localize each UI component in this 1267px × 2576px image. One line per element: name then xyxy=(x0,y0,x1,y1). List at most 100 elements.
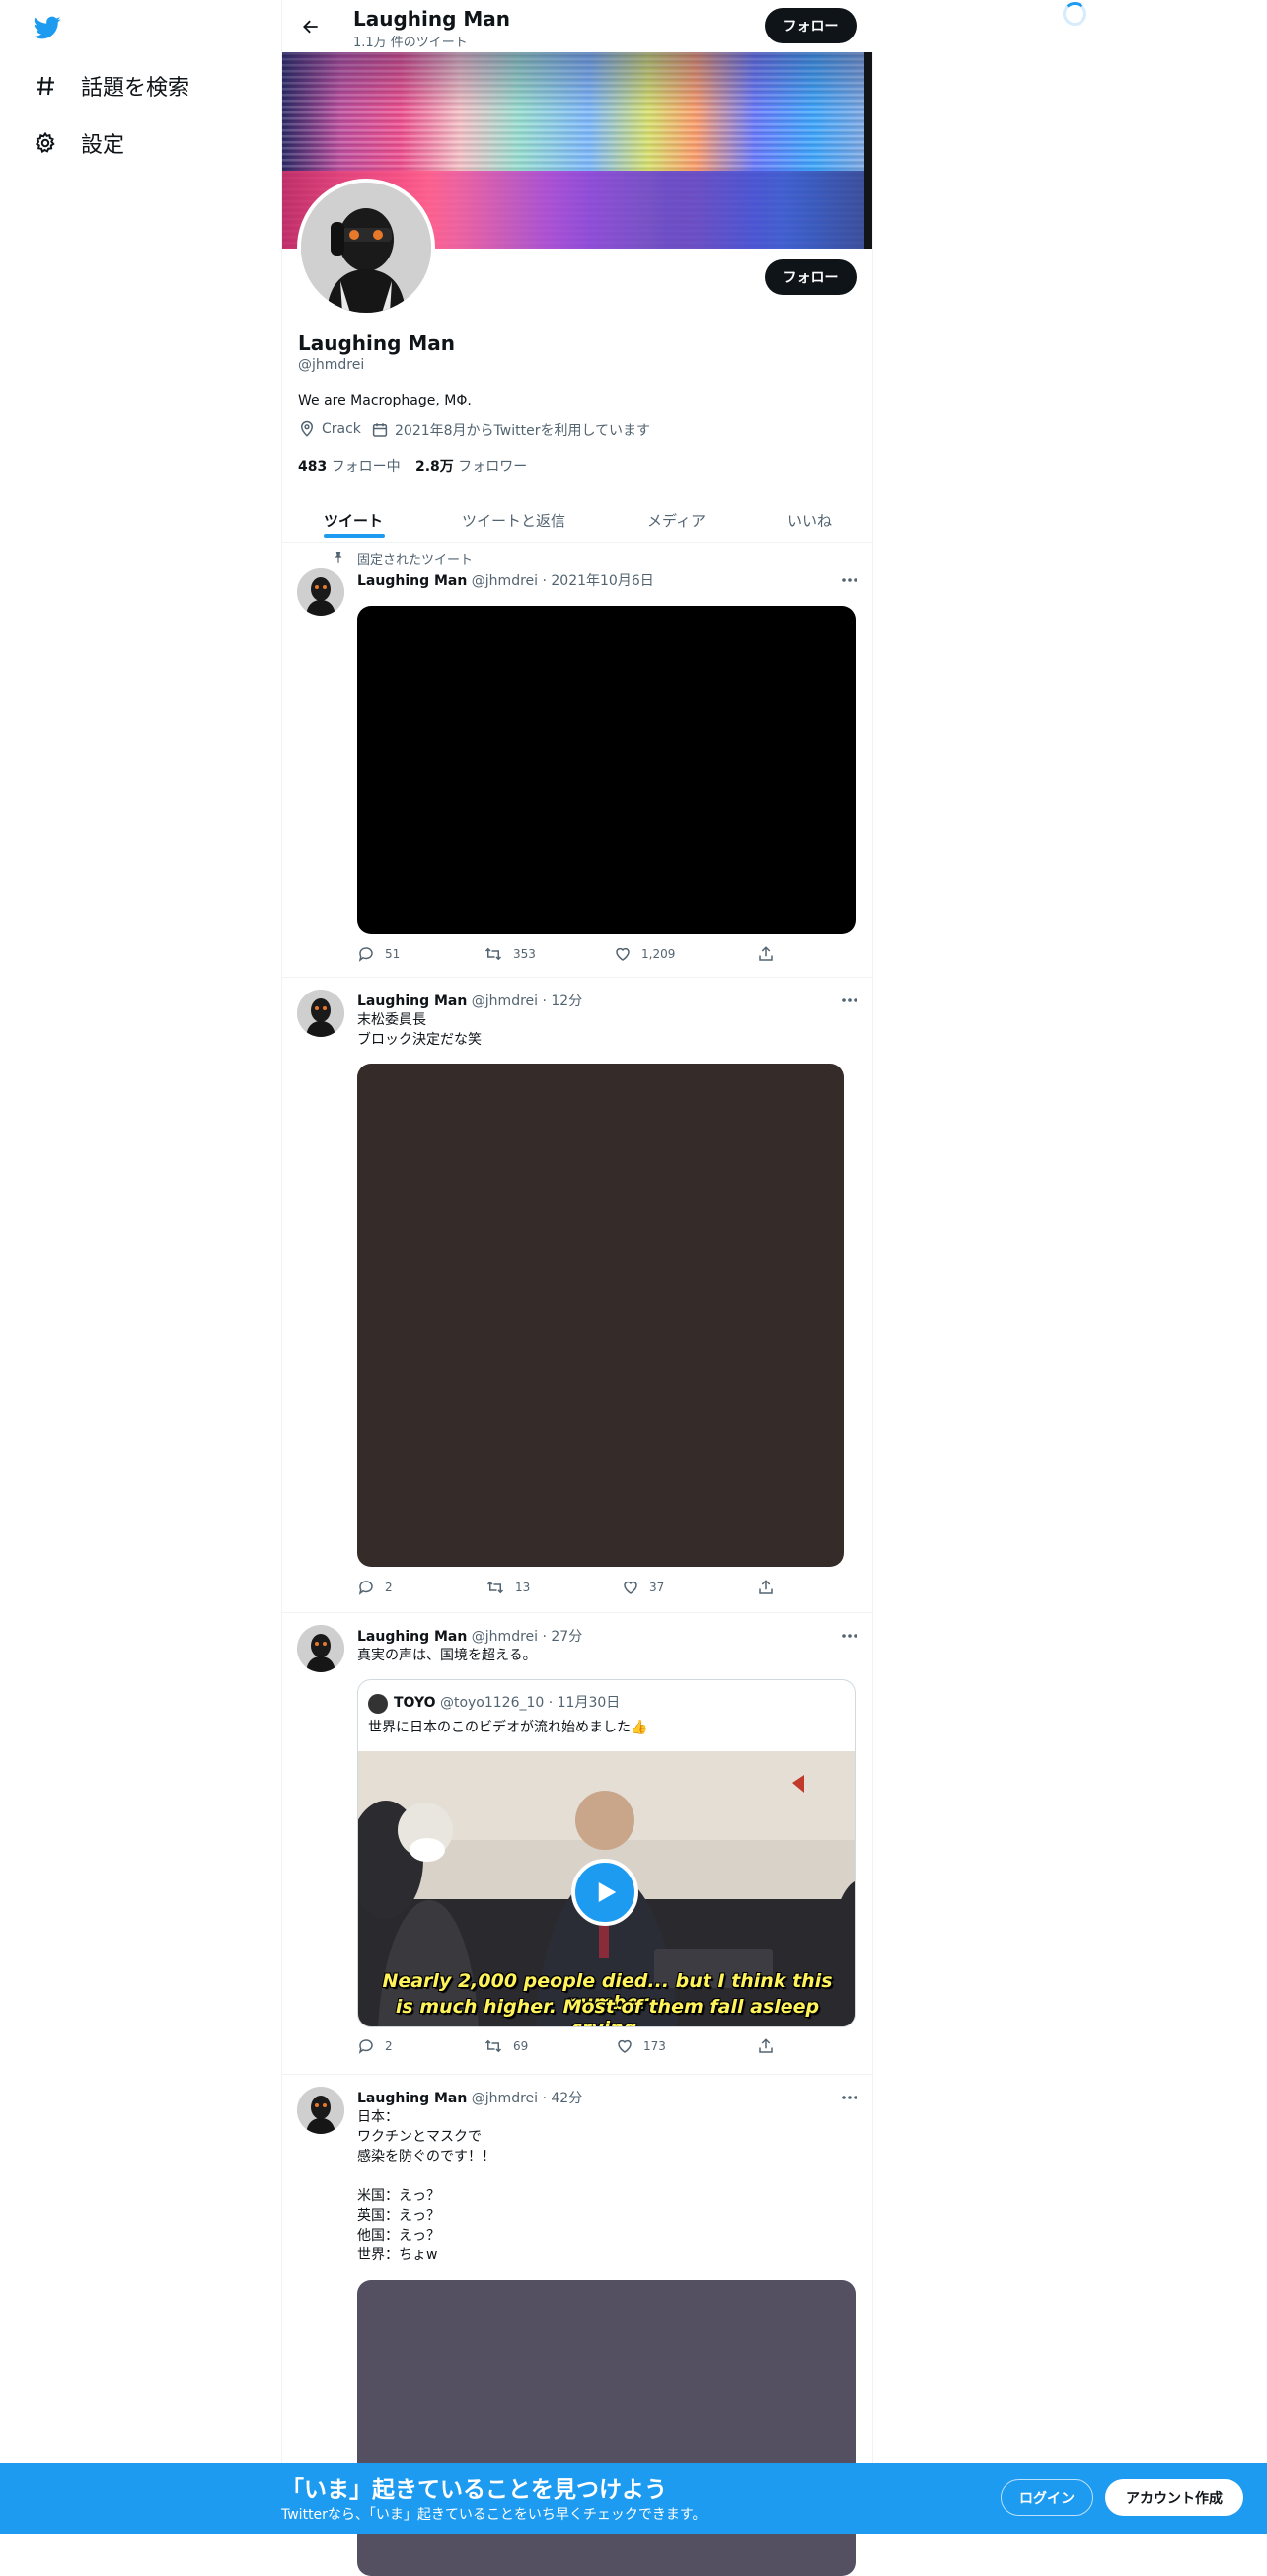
profile-avatar[interactable] xyxy=(297,179,435,317)
like-count: 37 xyxy=(649,1581,665,1594)
profile-follow-button[interactable]: フォロー xyxy=(765,259,857,295)
like-button[interactable]: 173 xyxy=(616,2037,666,2055)
profile-name: Laughing Man xyxy=(298,331,456,355)
tweet-header: Laughing Man @jhmdrei · 2021年10月6日 xyxy=(357,570,654,590)
followers-label: フォロワー xyxy=(458,459,528,475)
more-options-icon[interactable] xyxy=(838,570,861,590)
quoted-avatar xyxy=(368,1694,388,1714)
gear-icon xyxy=(34,131,57,155)
login-button[interactable]: ログイン xyxy=(1001,2479,1093,2516)
more-options-icon[interactable] xyxy=(838,991,861,1010)
following-link[interactable]: 483 フォロー中 xyxy=(298,456,401,476)
reply-button[interactable]: 2 xyxy=(357,1579,393,1596)
tab-likes[interactable]: いいね xyxy=(787,497,832,543)
retweet-icon xyxy=(485,1579,505,1596)
tweet-avatar[interactable] xyxy=(297,568,344,616)
twitter-logo-icon[interactable] xyxy=(32,14,63,41)
tweet-2[interactable]: Laughing Man @jhmdrei · 12分 末松委員長 ブロック決定… xyxy=(282,978,872,1613)
following-count: 483 xyxy=(298,459,328,475)
tweet-actions: 2 13 37 xyxy=(357,1579,811,1602)
reply-count: 51 xyxy=(385,947,401,961)
tweet-actions: 2 69 173 xyxy=(357,2037,811,2061)
tweet-handle-time: @jhmdrei · 42分 xyxy=(471,2091,583,2106)
tweet-author-name[interactable]: Laughing Man xyxy=(357,2091,467,2106)
following-label: フォロー中 xyxy=(331,459,401,475)
quoted-author-name: TOYO xyxy=(394,1695,436,1711)
hashtag-icon xyxy=(34,74,57,98)
tweet-avatar[interactable] xyxy=(297,1625,344,1672)
tweet-video[interactable] xyxy=(357,606,856,934)
like-button[interactable]: 37 xyxy=(622,1579,664,1596)
quoted-tweet[interactable]: TOYO @toyo1126_10 · 11月30日 世界に日本のこのビデオが流… xyxy=(357,1679,856,2027)
tweet-text: 日本： ワクチンとマスクで 感染を防ぐのです！！ 米国：えっ？ 英国：えっ？ 他… xyxy=(357,2109,495,2263)
tab-media[interactable]: メディア xyxy=(647,497,706,543)
heart-icon xyxy=(622,1579,639,1596)
retweet-count: 13 xyxy=(515,1581,531,1594)
tweet-author-name[interactable]: Laughing Man xyxy=(357,1629,467,1645)
tweet-video[interactable] xyxy=(357,1064,844,1567)
reply-icon xyxy=(357,1579,375,1596)
share-button[interactable] xyxy=(757,1579,775,1596)
heart-icon xyxy=(616,2037,634,2055)
tweet-header: Laughing Man @jhmdrei · 27分 xyxy=(357,1626,582,1646)
back-arrow-icon[interactable] xyxy=(294,10,328,43)
pin-icon xyxy=(332,551,345,564)
tweet-avatar[interactable] xyxy=(297,990,344,1037)
profile-joined: 2021年8月からTwitterを利用しています xyxy=(371,420,650,440)
like-count: 173 xyxy=(643,2039,666,2053)
retweet-button[interactable]: 69 xyxy=(484,2037,528,2055)
loading-spinner-icon xyxy=(1063,2,1086,26)
video-subtitle-line2: is much higher. Most of them fall asleep… xyxy=(395,1996,820,2026)
quoted-video[interactable]: Nearly 2,000 people died... but I think … xyxy=(358,1751,855,2026)
share-button[interactable] xyxy=(757,945,775,963)
like-button[interactable]: 1,209 xyxy=(614,945,675,963)
signup-banner-title: 「いま」起きていることを見つけよう xyxy=(281,2477,667,2503)
reply-icon xyxy=(357,2037,375,2055)
retweet-button[interactable]: 13 xyxy=(485,1579,530,1596)
share-button[interactable] xyxy=(757,2037,775,2055)
location-text: Crack xyxy=(322,421,361,437)
nav-explore[interactable]: 話題を検索 xyxy=(34,66,189,106)
nav-settings-label: 設定 xyxy=(81,133,125,158)
signup-banner: 「いま」起きていることを見つけよう Twitterなら、「いま」起きていることを… xyxy=(0,2463,1267,2534)
profile-bio: We are Macrophage, MΦ. xyxy=(298,393,472,408)
nav-settings[interactable]: 設定 xyxy=(34,123,124,163)
retweet-icon xyxy=(484,2037,503,2055)
more-options-icon[interactable] xyxy=(838,2088,861,2107)
tweet-author-name[interactable]: Laughing Man xyxy=(357,994,467,1009)
tab-tweets-and-replies[interactable]: ツイートと返信 xyxy=(462,497,565,543)
retweet-icon xyxy=(484,945,503,963)
heart-icon xyxy=(614,945,632,963)
reply-button[interactable]: 51 xyxy=(357,945,400,963)
quoted-header: TOYO @toyo1126_10 · 11月30日 xyxy=(394,1692,620,1712)
reply-button[interactable]: 2 xyxy=(357,2037,393,2055)
header-follow-button[interactable]: フォロー xyxy=(765,8,857,43)
signup-button[interactable]: アカウント作成 xyxy=(1105,2479,1243,2516)
quoted-text: 世界に日本のこのビデオが流れ始めました👍 xyxy=(368,1720,648,1735)
profile-column: Laughing Man 1.1万 件のツイート フォロー フォロー Laugh… xyxy=(281,0,874,2576)
joined-text: 2021年8月からTwitterを利用しています xyxy=(395,423,651,439)
share-icon xyxy=(757,1579,775,1596)
pinned-label: 固定されたツイート xyxy=(357,553,474,568)
reply-icon xyxy=(357,945,375,963)
retweet-count: 69 xyxy=(513,2039,529,2053)
tweet-pinned[interactable]: 固定されたツイート Laughing Man @jhmdrei · 2021年1… xyxy=(282,543,872,978)
play-button-icon[interactable] xyxy=(571,1859,638,1926)
share-icon xyxy=(757,2037,775,2055)
like-count: 1,209 xyxy=(641,947,676,961)
reply-count: 2 xyxy=(385,1581,393,1594)
followers-link[interactable]: 2.8万 フォロワー xyxy=(415,456,527,476)
nav-explore-label: 話題を検索 xyxy=(81,76,190,101)
header-name: Laughing Man xyxy=(353,7,511,31)
tweet-header: Laughing Man @jhmdrei · 12分 xyxy=(357,991,582,1010)
tweet-avatar[interactable] xyxy=(297,2087,344,2134)
share-icon xyxy=(757,945,775,963)
more-options-icon[interactable] xyxy=(838,1626,861,1646)
profile-location: Crack xyxy=(298,420,361,438)
followers-count: 2.8万 xyxy=(415,459,454,475)
active-tab-indicator xyxy=(324,534,385,538)
retweet-count: 353 xyxy=(513,947,536,961)
retweet-button[interactable]: 353 xyxy=(484,945,536,963)
tweet-author-name[interactable]: Laughing Man xyxy=(357,573,467,589)
profile-header-bar: Laughing Man 1.1万 件のツイート フォロー xyxy=(282,0,874,52)
